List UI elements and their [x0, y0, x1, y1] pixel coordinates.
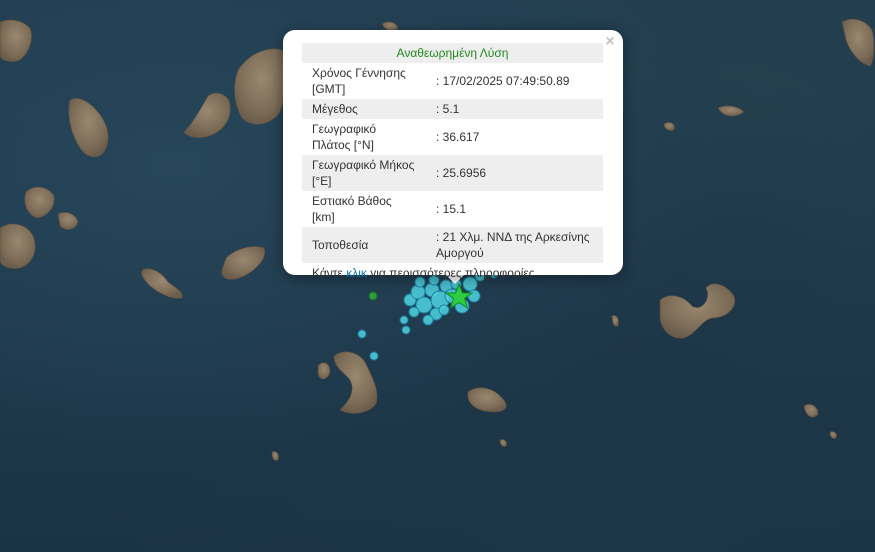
island-anafi-like [467, 387, 507, 413]
island-naxos-like [234, 48, 289, 125]
event-marker[interactable] [399, 315, 409, 325]
event-marker[interactable] [467, 289, 481, 303]
island-paros-like [68, 98, 109, 158]
info-value: : 36.617 [436, 130, 480, 144]
info-label: Γεωγραφικό Πλάτος [°N] [312, 122, 377, 152]
info-value: : 15.1 [436, 202, 467, 216]
info-value: : 17/02/2025 07:49:50.89 [436, 74, 570, 88]
event-marker[interactable] [408, 306, 420, 318]
island-left-mid [24, 186, 55, 219]
more-info-suffix: για περισσότερες πληροφορίες [366, 266, 535, 280]
more-info-prefix: Κάντε [312, 266, 347, 280]
info-row-latitude: Γεωγραφικό Πλάτος [°N] : 36.617 [302, 119, 603, 155]
info-row-origin-time: Χρόνος Γέννησης [GMT] : 17/02/2025 07:49… [302, 63, 603, 99]
event-marker[interactable] [357, 329, 367, 339]
map-canvas[interactable]: × Αναθεωρημένη Λύση Χρόνος Γέννησης [GMT… [0, 0, 875, 552]
island-small-1 [183, 92, 231, 138]
info-label: Εστιακό Βάθος [km] [312, 194, 392, 224]
island-top-left [0, 19, 32, 62]
earthquake-info-table: Αναθεωρημένη Λύση Χρόνος Γέννησης [GMT] … [302, 43, 603, 263]
island-tiny-3 [829, 431, 837, 439]
island-small-2 [141, 268, 183, 299]
island-santorini [333, 351, 378, 414]
info-row-location: Τοποθεσία : 21 Χλμ. ΝΝΔ της Αρκεσίνης Αμ… [302, 227, 603, 263]
info-label: Μέγεθος [312, 102, 358, 116]
event-marker[interactable] [438, 304, 450, 316]
info-label: Χρόνος Γέννησης [GMT] [312, 66, 406, 96]
popup-title-row: Αναθεωρημένη Λύση [302, 43, 603, 63]
island-astypalaia-like [659, 283, 736, 339]
island-therasia [317, 362, 331, 380]
island-ios-like [221, 246, 266, 280]
event-marker[interactable] [422, 314, 434, 326]
info-value: : 21 Χλμ. ΝΝΔ της Αρκεσίνης Αμοργού [436, 230, 590, 260]
island-top-right [841, 18, 875, 67]
island-tiny-4 [271, 451, 279, 461]
info-row-magnitude: Μέγεθος : 5.1 [302, 99, 603, 119]
info-value: : 5.1 [436, 102, 460, 116]
more-info-link[interactable]: κλικ [346, 266, 367, 280]
earthquake-popup: × Αναθεωρημένη Λύση Χρόνος Γέννησης [GMT… [283, 30, 623, 280]
info-row-longitude: Γεωγραφικό Μήκος [°E] : 25.6956 [302, 155, 603, 191]
close-icon[interactable]: × [602, 34, 618, 50]
island-small-3 [717, 105, 745, 117]
island-tiny-2 [663, 122, 675, 131]
info-value: : 25.6956 [436, 166, 487, 180]
event-marker[interactable] [401, 325, 411, 335]
popup-title: Αναθεωρημένη Λύση [396, 46, 509, 60]
more-info-text: Κάντε κλικ για περισσότερες πληροφορίες [302, 263, 603, 280]
event-marker-green[interactable] [368, 291, 378, 301]
info-row-depth: Εστιακό Βάθος [km] : 15.1 [302, 191, 603, 227]
island-tiny-1 [611, 315, 619, 327]
island-sifnos-like [0, 223, 36, 269]
island-right-small [803, 404, 819, 418]
island-tiny-5 [499, 439, 507, 447]
island-left-small [57, 212, 79, 230]
info-label: Τοποθεσία [312, 238, 369, 252]
info-label: Γεωγραφικό Μήκος [°E] [312, 158, 415, 188]
event-marker[interactable] [369, 351, 379, 361]
